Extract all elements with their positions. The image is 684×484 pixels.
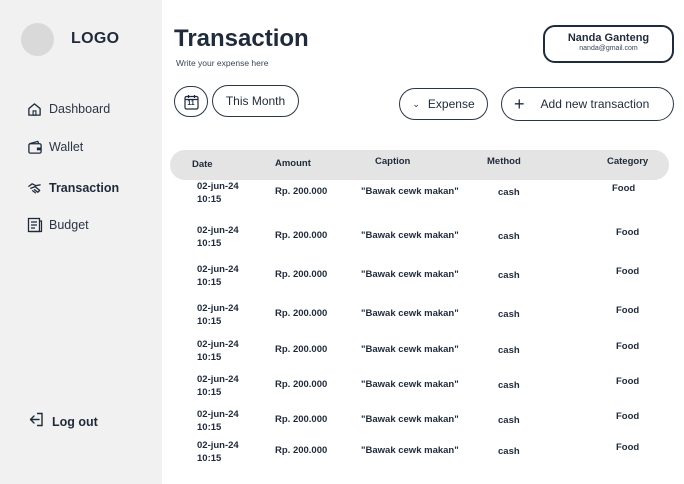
user-profile-button[interactable]: Nanda Ganteng nanda@gmail.com: [543, 25, 674, 63]
add-transaction-button[interactable]: + Add new transaction: [501, 87, 674, 121]
sidebar: LOGO Dashboard Wallet Transaction Budget…: [0, 0, 162, 484]
calendar-icon: 11: [183, 94, 199, 110]
cell-category: Food: [616, 442, 640, 453]
period-filter-button[interactable]: This Month: [212, 85, 299, 117]
logo-text: LOGO: [71, 30, 120, 47]
cell-date: 02-jun-24: [197, 339, 239, 350]
sidebar-item-label: Wallet: [49, 140, 84, 154]
sidebar-item-budget[interactable]: Budget: [26, 216, 89, 234]
chevron-down-icon: ⌄: [412, 98, 420, 109]
logout-button[interactable]: Log out: [28, 411, 98, 433]
sidebar-item-label: Budget: [49, 218, 89, 232]
cell-method: cash: [498, 231, 520, 242]
sidebar-item-dashboard[interactable]: Dashboard: [26, 100, 110, 118]
cell-caption: "Bawak cewk makan": [361, 186, 459, 197]
cell-date: 02-jun-24: [197, 264, 239, 275]
logout-label: Log out: [52, 415, 98, 429]
cell-caption: "Bawak cewk makan": [361, 308, 459, 319]
cell-method: cash: [498, 415, 520, 426]
sidebar-item-label: Dashboard: [49, 102, 111, 116]
cell-category: Food: [616, 376, 640, 387]
cell-category: Food: [616, 266, 640, 277]
cell-time: 10:15: [197, 453, 222, 464]
cell-caption: "Bawak cewk makan": [361, 230, 459, 241]
cell-category: Food: [616, 305, 640, 316]
cell-category: Food: [616, 341, 640, 352]
column-header-amount: Amount: [275, 158, 311, 169]
cell-amount: Rp. 200.000: [275, 269, 328, 280]
plus-icon: +: [514, 94, 525, 114]
cell-amount: Rp. 200.000: [275, 308, 328, 319]
logout-icon: [28, 411, 44, 433]
cell-time: 10:15: [197, 277, 222, 288]
calendar-day: 11: [187, 99, 195, 107]
calendar-button[interactable]: 11: [174, 86, 208, 117]
cell-amount: Rp. 200.000: [275, 186, 328, 197]
cell-amount: Rp. 200.000: [275, 414, 328, 425]
cell-method: cash: [498, 380, 520, 391]
cell-date: 02-jun-24: [197, 181, 239, 192]
cell-amount: Rp. 200.000: [275, 379, 328, 390]
column-header-method: Method: [487, 156, 521, 167]
user-name: Nanda Ganteng: [567, 32, 650, 44]
cell-amount: Rp. 200.000: [275, 445, 328, 456]
table-header: Date Amount Caption Method Category: [170, 150, 669, 180]
cell-method: cash: [498, 270, 520, 281]
cell-time: 10:15: [197, 194, 222, 205]
cell-time: 10:15: [197, 422, 222, 433]
logo-image: [21, 23, 54, 56]
cell-method: cash: [498, 309, 520, 320]
cell-caption: "Bawak cewk makan": [361, 344, 459, 355]
cell-time: 10:15: [197, 387, 222, 398]
cell-date: 02-jun-24: [197, 374, 239, 385]
add-transaction-label: Add new transaction: [540, 97, 650, 111]
cell-method: cash: [498, 187, 520, 198]
cell-date: 02-jun-24: [197, 440, 239, 451]
column-header-category: Category: [607, 156, 649, 167]
sidebar-item-wallet[interactable]: Wallet: [26, 138, 83, 156]
sidebar-item-label: Transaction: [49, 181, 120, 195]
cell-category: Food: [616, 411, 640, 422]
main-content: Transaction Write your expense here Nand…: [162, 0, 684, 484]
page-subtitle: Write your expense here: [176, 58, 269, 68]
transaction-icon: [26, 180, 43, 197]
cell-category: Food: [616, 227, 640, 238]
budget-icon: [26, 217, 43, 234]
cell-caption: "Bawak cewk makan": [361, 379, 459, 390]
user-email: nanda@gmail.com: [579, 45, 638, 52]
cell-caption: "Bawak cewk makan": [361, 414, 459, 425]
cell-caption: "Bawak cewk makan": [361, 269, 459, 280]
cell-date: 02-jun-24: [197, 409, 239, 420]
home-icon: [26, 101, 43, 118]
column-header-caption: Caption: [375, 156, 411, 167]
cell-time: 10:15: [197, 352, 222, 363]
column-header-date: Date: [192, 159, 213, 170]
cell-method: cash: [498, 345, 520, 356]
cell-date: 02-jun-24: [197, 225, 239, 236]
cell-method: cash: [498, 446, 520, 457]
wallet-icon: [26, 139, 43, 156]
cell-amount: Rp. 200.000: [275, 230, 328, 241]
cell-time: 10:15: [197, 316, 222, 327]
cell-time: 10:15: [197, 238, 222, 249]
page-title: Transaction: [174, 25, 309, 52]
cell-date: 02-jun-24: [197, 303, 239, 314]
sidebar-item-transaction[interactable]: Transaction: [26, 179, 119, 197]
cell-caption: "Bawak cewk makan": [361, 445, 459, 456]
cell-amount: Rp. 200.000: [275, 344, 328, 355]
cell-category: Food: [612, 183, 636, 194]
type-filter-dropdown[interactable]: ⌄ Expense: [399, 88, 488, 120]
type-filter-label: Expense: [427, 97, 475, 111]
